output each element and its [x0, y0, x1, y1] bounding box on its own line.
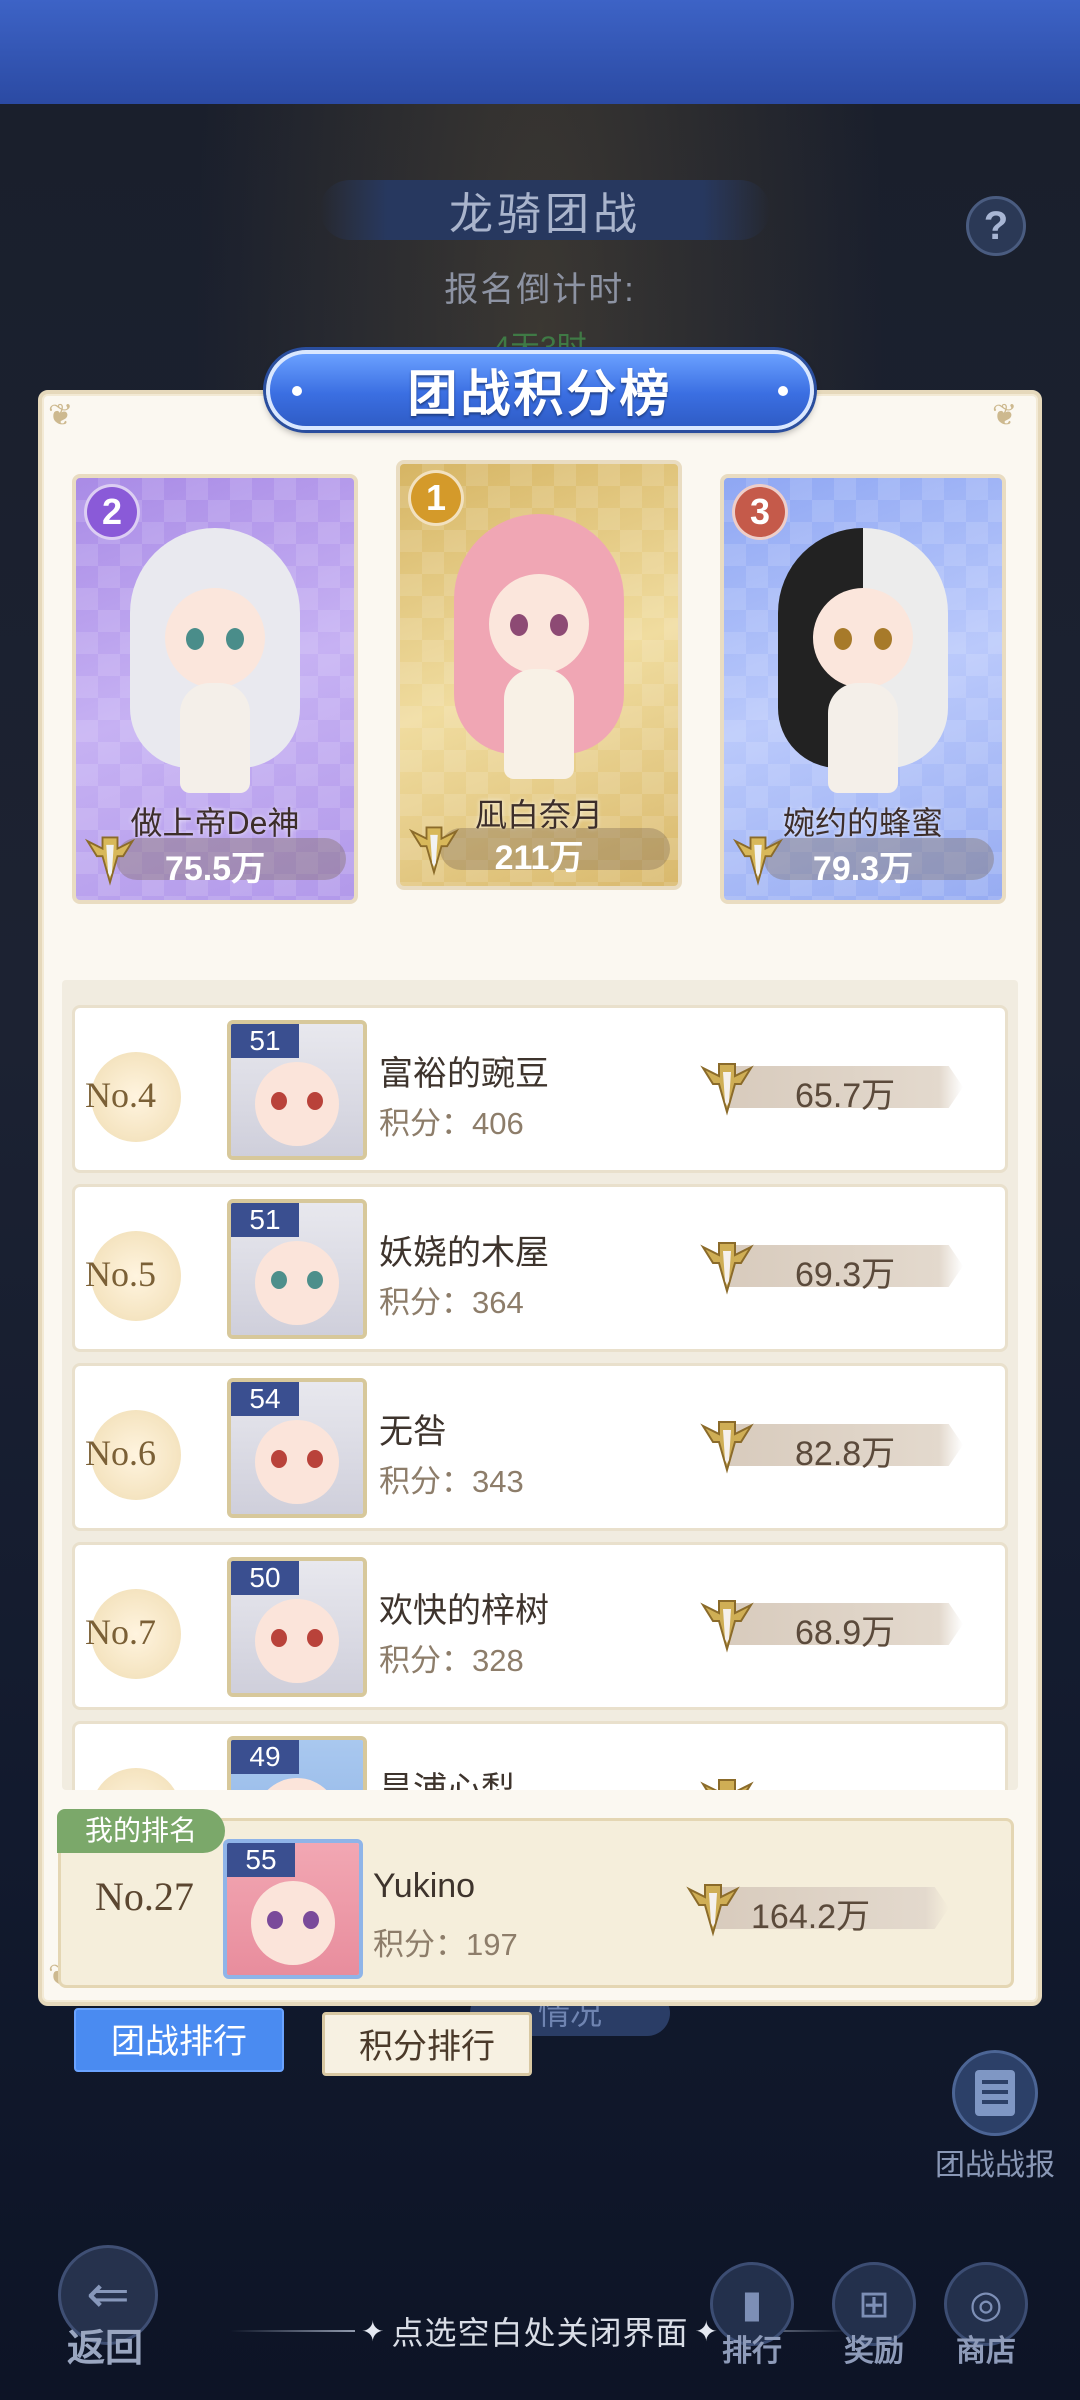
rank-number: No.6 — [85, 1433, 156, 1473]
my-rank-tag: 我的排名 — [57, 1809, 225, 1853]
rank-badge: 2 — [84, 484, 140, 540]
tab-team-rank[interactable]: 团战排行 — [74, 2008, 284, 2072]
nav-label: 奖励 — [844, 2335, 904, 2368]
level-badge: 49 — [249, 1741, 281, 1772]
nav-reward-button[interactable]: ⊞ 奖励 — [826, 2262, 922, 2372]
rank-badge: 1 — [408, 470, 464, 526]
character-portrait — [120, 508, 310, 808]
sword-icon — [700, 1600, 754, 1653]
player-name: 妖娆的木屋 — [379, 1234, 549, 1272]
rank-number: No.7 — [85, 1612, 156, 1652]
level-badge: 51 — [249, 1025, 281, 1056]
avatar: 51 — [227, 1199, 367, 1339]
team-battle-report-button[interactable]: 团战战报 — [930, 2050, 1060, 2182]
nav-shop-button[interactable]: ◎ 商店 — [938, 2262, 1034, 2372]
ranking-list[interactable]: No.4 51 富裕的豌豆 积分：406 65.7万 No.5 51 妖娆的木屋… — [62, 980, 1018, 1790]
my-rank-number: No.27 — [95, 1874, 194, 1919]
nav-ranking-button[interactable]: ▮ 排行 — [704, 2262, 800, 2372]
avatar: 49 — [227, 1736, 367, 1790]
avatar: 54 — [227, 1378, 367, 1518]
table-row[interactable]: 49 昙浦心梨 — [72, 1721, 1008, 1790]
level-badge: 55 — [245, 1844, 277, 1875]
player-points: 积分：328 — [379, 1643, 524, 1678]
rank-badge: 3 — [732, 484, 788, 540]
sword-icon — [686, 1884, 740, 1937]
player-name: Yukino — [373, 1867, 476, 1905]
sword-icon — [700, 1063, 754, 1116]
event-title: 龙骑团战 — [449, 190, 641, 239]
top3-card-rank2[interactable]: 2 做上帝De神 75.5万 — [72, 474, 358, 904]
character-portrait — [768, 508, 958, 808]
avatar: 50 — [227, 1557, 367, 1697]
player-name: 欢快的梓树 — [379, 1592, 549, 1630]
table-row[interactable]: No.4 51 富裕的豌豆 积分：406 65.7万 — [72, 1005, 1008, 1173]
avatar: 51 — [227, 1020, 367, 1160]
table-row[interactable]: No.7 50 欢快的梓树 积分：328 68.9万 — [72, 1542, 1008, 1710]
player-points: 积分：197 — [373, 1927, 518, 1962]
combat-power: 69.3万 — [795, 1256, 896, 1294]
combat-power: 82.8万 — [795, 1435, 896, 1473]
nav-label: 商店 — [956, 2335, 1016, 2368]
player-points: 积分：343 — [379, 1464, 524, 1499]
table-row[interactable]: No.5 51 妖娆的木屋 积分：364 69.3万 — [72, 1184, 1008, 1352]
panel-title: 团战积分榜 — [407, 366, 673, 422]
my-rank-row[interactable]: 我的排名 No.27 55 Yukino 积分：197 164.2万 — [57, 1809, 1014, 1988]
sword-icon — [700, 1421, 754, 1474]
combat-power: 75.5万 — [164, 850, 266, 888]
combat-power: 68.9万 — [795, 1614, 896, 1652]
player-points: 积分：364 — [379, 1285, 524, 1320]
character-portrait — [444, 494, 634, 794]
top3-card-rank3[interactable]: 3 婉约的蜂蜜 79.3万 — [720, 474, 1006, 904]
player-name: 富裕的豌豆 — [379, 1055, 549, 1093]
close-hint-text: 点选空白处关闭界面 — [391, 2315, 689, 2351]
level-badge: 50 — [249, 1562, 281, 1593]
avatar: 55 — [223, 1839, 363, 1979]
sword-icon — [700, 1779, 754, 1790]
combat-power: 65.7万 — [795, 1077, 896, 1115]
player-points: 积分：406 — [379, 1106, 524, 1141]
player-name: 昙浦心梨 — [379, 1771, 515, 1790]
sword-icon — [700, 1242, 754, 1295]
table-row[interactable]: No.6 54 无咎 积分：343 82.8万 — [72, 1363, 1008, 1531]
rank-number: No.5 — [85, 1254, 156, 1294]
panel-title-banner: 团战积分榜 — [266, 350, 814, 430]
tab-points-rank[interactable]: 积分排行 — [322, 2012, 532, 2076]
corner-ornament-icon: ❦ — [48, 399, 74, 432]
countdown-label: 报名倒计时: — [444, 271, 636, 309]
combat-power: 79.3万 — [812, 850, 914, 888]
corner-ornament-icon: ❦ — [992, 399, 1018, 432]
back-label: 返回 — [66, 2328, 143, 2370]
help-icon[interactable]: ? — [966, 196, 1026, 256]
sparkle-icon: ✦ — [361, 2315, 386, 2347]
nav-label: 排行 — [722, 2335, 782, 2368]
rank-number: No.4 — [85, 1075, 156, 1115]
level-badge: 51 — [249, 1204, 281, 1235]
level-badge: 54 — [249, 1383, 281, 1414]
top3-card-rank1[interactable]: 1 凪白奈月 211万 — [396, 460, 682, 890]
combat-power: 164.2万 — [751, 1898, 871, 1936]
event-title-banner: 龙骑团战 — [320, 180, 770, 240]
report-label: 团战战报 — [935, 2149, 1055, 2182]
top-banner — [0, 0, 1080, 104]
player-name: 无咎 — [379, 1413, 447, 1451]
combat-power: 211万 — [494, 839, 584, 877]
report-icon — [952, 2050, 1038, 2136]
back-button[interactable]: ⇐ 返回 — [50, 2245, 170, 2375]
